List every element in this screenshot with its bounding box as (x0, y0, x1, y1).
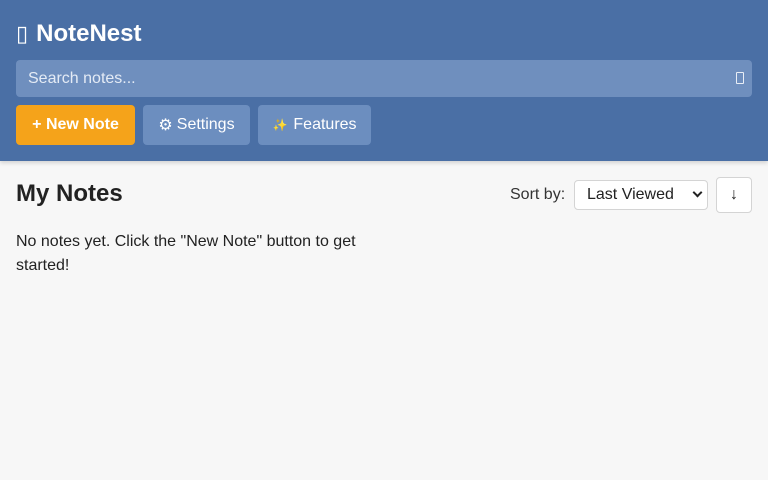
sort-select[interactable]: Last Viewed (574, 180, 708, 210)
page-title: My Notes (16, 180, 123, 207)
features-label: Features (293, 116, 357, 133)
sort-direction-button[interactable]: ↓ (716, 177, 752, 213)
new-note-label: + New Note (32, 116, 119, 133)
notebook-icon: ▯ (16, 21, 29, 46)
sort-selected-value: Last Viewed (587, 186, 674, 203)
search-icon[interactable] (736, 72, 744, 84)
settings-label: Settings (176, 116, 235, 133)
search-input[interactable] (16, 60, 716, 97)
app-header: ▯ NoteNest + New Note ⚙ Settings ✨ Featu… (0, 0, 768, 161)
arrow-down-icon: ↓ (730, 186, 738, 203)
app-title: NoteNest (36, 20, 142, 47)
features-button[interactable]: ✨ Features (258, 105, 371, 145)
search-bar[interactable] (16, 60, 752, 97)
new-note-button[interactable]: + New Note (16, 105, 135, 145)
empty-state-message: No notes yet. Click the "New Note" butto… (16, 233, 356, 274)
chevron-down-icon (692, 187, 703, 198)
app-brand: ▯ NoteNest (16, 19, 141, 49)
sparkles-icon: ✨ (272, 118, 288, 132)
sort-label: Sort by: (510, 186, 566, 203)
gear-icon: ⚙ (158, 117, 173, 134)
settings-button[interactable]: ⚙ Settings (143, 105, 250, 145)
